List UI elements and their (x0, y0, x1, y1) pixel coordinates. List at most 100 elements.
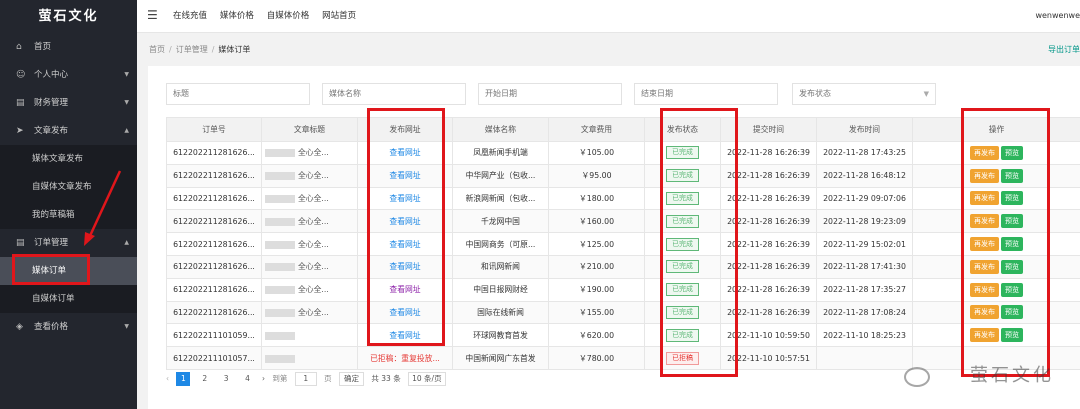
sidebar-item-label: 首页 (34, 42, 52, 52)
status-select[interactable]: 发布状态 ▼ (792, 83, 936, 105)
annotation-box-url (367, 108, 445, 346)
sidebar-item-label: 订单管理 (34, 238, 69, 248)
user-name[interactable]: wenwenwe (1035, 0, 1080, 31)
media-name: 千龙网中国 (452, 209, 549, 234)
redacted-block (265, 331, 295, 340)
prev-page-icon[interactable]: ‹ (166, 371, 169, 387)
order-id: 612202211281626... (166, 277, 262, 302)
article-title: 全心全... (261, 232, 358, 256)
order-id: 612202211281626... (166, 232, 262, 256)
sidebar-item-articles[interactable]: ➤ 文章发布 ▲ (0, 117, 137, 145)
list-icon: ▤ (16, 238, 25, 248)
sidebar-item-self-media-orders[interactable]: 自媒体订单 (0, 285, 137, 313)
article-title: 全心全... (261, 300, 358, 325)
article-fee: ￥125.00 (548, 232, 645, 256)
column-header: 文章费用 (548, 117, 645, 142)
redacted-block (265, 354, 295, 363)
order-id: 612202211281626... (166, 254, 262, 279)
article-fee: ￥155.00 (548, 300, 645, 325)
end-date-input[interactable]: 结束日期 (634, 83, 778, 105)
order-id: 612202211101059... (166, 323, 262, 348)
main-panel: 标题 媒体名称 开始日期 结束日期 发布状态 ▼ 订单号 文章标题 发布网址 媒体名称… (148, 66, 1080, 409)
goto-label: 到第 (272, 374, 288, 383)
table-header-row: 订单号 文章标题 发布网址 媒体名称 文章费用 发布状态 提交时间 发布时间 操作 (166, 117, 1080, 142)
article-title (261, 346, 358, 370)
status-select-label: 发布状态 (799, 89, 831, 98)
redacted-block (265, 217, 295, 226)
sidebar-item-home[interactable]: ⌂ 首页 (0, 33, 137, 61)
article-title: 全心全... (261, 141, 358, 165)
annotation-arrow (84, 170, 122, 246)
page-size-select[interactable]: 10 条/页 (408, 372, 446, 386)
next-page-icon[interactable]: › (262, 371, 265, 387)
confirm-page-button[interactable]: 确定 (339, 372, 365, 386)
publish-time: 2022-11-28 17:35:27 (816, 277, 913, 302)
column-header: 媒体名称 (452, 117, 549, 142)
breadcrumb-home[interactable]: 首页 (149, 45, 165, 54)
rejection-reason: 已拒稿：重复投放... (370, 353, 440, 363)
publish-time: 2022-11-28 17:41:30 (816, 254, 913, 279)
annotation-box-actions (961, 108, 1050, 377)
article-title-text: 全心全... (298, 148, 329, 158)
redacted-block (265, 308, 295, 317)
article-fee: ￥180.00 (548, 186, 645, 211)
publish-time: 2022-11-28 17:43:25 (816, 141, 913, 165)
annotation-box-status (660, 108, 738, 377)
media-name: 中国新闻网广东首发 (452, 346, 549, 370)
start-date-input[interactable]: 开始日期 (478, 83, 622, 105)
sidebar-item-label: 文章发布 (34, 126, 69, 136)
top-bar: ☰ 在线充值 媒体价格 自媒体价格 网站首页 wenwenwe (137, 0, 1080, 33)
top-link-self-media-price[interactable]: 自媒体价格 (267, 11, 310, 21)
top-link-recharge[interactable]: 在线充值 (173, 11, 207, 21)
breadcrumb-bar: 首页 / 订单管理 / 媒体订单 导出订单 (137, 34, 1080, 64)
media-name: 新浪网新闻（包收... (452, 186, 549, 211)
publish-time: 2022-11-28 16:48:12 (816, 163, 913, 188)
page-2[interactable]: 2 (198, 372, 212, 386)
media-name: 中国网商务（可原... (452, 232, 549, 256)
media-filter-input[interactable]: 媒体名称 (322, 83, 466, 105)
order-id: 612202211281626... (166, 163, 262, 188)
menu-toggle-icon[interactable]: ☰ (147, 8, 158, 22)
column-header: 文章标题 (261, 117, 358, 142)
publish-time: 2022-11-10 18:25:23 (816, 323, 913, 348)
table-row: 612202211281626... 全心全... 查看网址 中国网商务（可原... ￥… (166, 232, 1080, 256)
media-name: 凤凰新闻手机端 (452, 141, 549, 165)
publish-time: 2022-11-29 09:07:06 (816, 186, 913, 211)
media-name: 中华网产业（包收... (452, 163, 549, 188)
page-1[interactable]: 1 (176, 372, 191, 386)
article-title: 全心全... (261, 186, 358, 211)
redacted-block (265, 263, 295, 272)
article-title: 全心全... (261, 163, 358, 188)
page-number-input[interactable]: 1 (294, 372, 317, 386)
sidebar-item-label: 个人中心 (34, 70, 69, 80)
title-filter-input[interactable]: 标题 (166, 83, 310, 105)
table-row: 612202211281626... 全心全... 查看网址 国际在线新闻 ￥155.0… (166, 300, 1080, 325)
chevron-down-icon: ▼ (923, 90, 929, 98)
export-orders-link[interactable]: 导出订单 (1048, 44, 1080, 55)
total-count: 共 33 条 (371, 374, 401, 383)
media-name: 和讯网新闻 (452, 254, 549, 279)
sidebar-item-prices[interactable]: ◈ 查看价格 ▼ (0, 313, 137, 341)
order-id: 612202211101057... (166, 346, 262, 370)
publish-url[interactable]: 已拒稿：重复投放... (357, 346, 453, 370)
media-name: 环球网教育首发 (452, 323, 549, 348)
publish-time (816, 346, 913, 370)
top-link-home[interactable]: 网站首页 (322, 11, 356, 21)
order-id: 612202211281626... (166, 141, 262, 165)
article-fee: ￥190.00 (548, 277, 645, 302)
table-row: 612202211281626... 全心全... 查看网址 新浪网新闻（包收... ￥… (166, 186, 1080, 211)
caret-down-icon: ▼ (124, 99, 129, 106)
article-title-text: 全心全... (298, 193, 329, 203)
top-link-media-price[interactable]: 媒体价格 (220, 11, 254, 21)
page-4[interactable]: 4 (241, 372, 255, 386)
finance-icon: ▤ (16, 98, 25, 108)
article-title: 全心全... (261, 254, 358, 279)
page-3[interactable]: 3 (219, 372, 233, 386)
sidebar-item-finance[interactable]: ▤ 财务管理 ▼ (0, 89, 137, 117)
publish-time: 2022-11-28 17:08:24 (816, 300, 913, 325)
breadcrumb-parent[interactable]: 订单管理 (176, 45, 208, 54)
media-name: 中国日报网财经 (452, 277, 549, 302)
order-id: 612202211281626... (166, 300, 262, 325)
sidebar-item-profile[interactable]: ☺ 个人中心 ▼ (0, 61, 137, 89)
logo: 萤石文化 (38, 9, 99, 24)
